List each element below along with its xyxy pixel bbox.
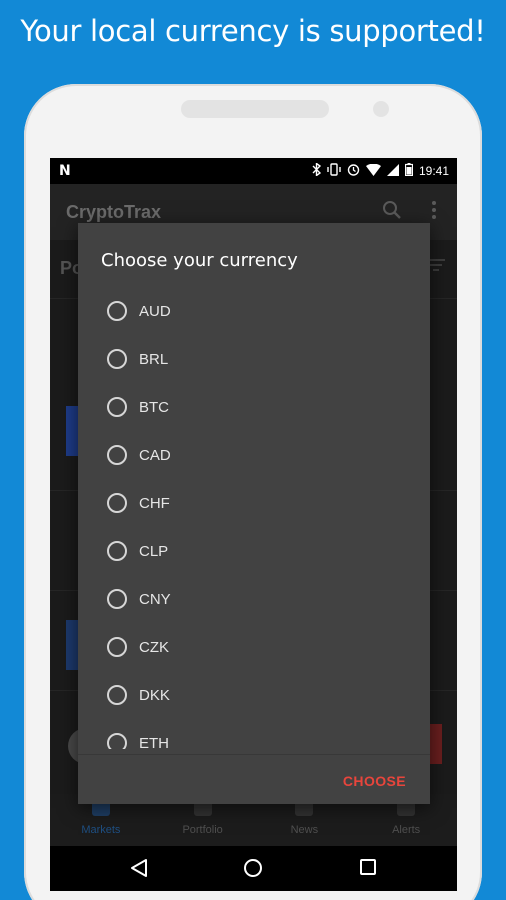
- currency-option-czk[interactable]: CZK: [78, 623, 430, 671]
- tab-news-label: News: [290, 824, 319, 836]
- currency-label: BTC: [139, 399, 169, 416]
- currency-label: AUD: [139, 303, 171, 320]
- status-icons: 19:41: [312, 162, 449, 179]
- currency-label: DKK: [139, 687, 170, 704]
- currency-label: CHF: [139, 495, 170, 512]
- currency-option-eth[interactable]: ETH: [78, 719, 430, 749]
- radio-button[interactable]: [107, 493, 127, 513]
- coin-logo-ghost: [66, 620, 78, 670]
- currency-label: CNY: [139, 591, 171, 608]
- radio-button[interactable]: [107, 541, 127, 561]
- more-vert-icon[interactable]: [430, 200, 438, 225]
- tab-alerts-label: Alerts: [392, 824, 421, 836]
- currency-option-brl[interactable]: BRL: [78, 335, 430, 383]
- choose-button[interactable]: CHOOSE: [343, 773, 406, 789]
- currency-label: CLP: [139, 543, 169, 560]
- system-navigation-bar: [50, 846, 457, 891]
- currency-options-list[interactable]: AUD BRL BTC CAD CHF CLP CNY CZK DKK ETH: [78, 287, 430, 749]
- recents-icon[interactable]: [359, 858, 377, 881]
- clock-time: 19:41: [418, 164, 449, 178]
- phone-speaker: [181, 100, 329, 118]
- tab-markets-label: Markets: [81, 824, 121, 836]
- currency-label: BRL: [139, 351, 169, 368]
- coin-logo-ghost: [66, 406, 78, 456]
- currency-dialog: Choose your currency AUD BRL BTC CAD CHF: [78, 223, 430, 804]
- radio-button[interactable]: [107, 397, 127, 417]
- vibrate-icon: [327, 163, 341, 179]
- phone-screen: N 19:41 CryptoTrax Po Markets Portfolio …: [50, 158, 457, 891]
- wifi-icon: [365, 163, 381, 179]
- dialog-divider: [78, 754, 430, 755]
- radio-button[interactable]: [107, 349, 127, 369]
- phone-camera: [373, 101, 389, 117]
- search-icon[interactable]: [382, 200, 402, 225]
- radio-button[interactable]: [107, 733, 127, 749]
- dialog-title: Choose your currency: [101, 250, 298, 271]
- radio-button[interactable]: [107, 445, 127, 465]
- promo-headline: Your local currency is supported!: [20, 14, 486, 48]
- currency-option-aud[interactable]: AUD: [78, 287, 430, 335]
- radio-button[interactable]: [107, 685, 127, 705]
- alarm-icon: [347, 163, 360, 179]
- currency-label: CZK: [139, 639, 169, 656]
- currency-option-cny[interactable]: CNY: [78, 575, 430, 623]
- radio-button[interactable]: [107, 301, 127, 321]
- currency-option-cad[interactable]: CAD: [78, 431, 430, 479]
- battery-icon: [404, 163, 414, 179]
- app-title: CryptoTrax: [66, 202, 162, 222]
- currency-option-btc[interactable]: BTC: [78, 383, 430, 431]
- back-icon[interactable]: [130, 858, 148, 883]
- tab-portfolio-label: Portfolio: [182, 824, 223, 836]
- status-bar: N 19:41: [50, 158, 457, 184]
- currency-label: CAD: [139, 447, 171, 464]
- currency-option-dkk[interactable]: DKK: [78, 671, 430, 719]
- notification-n-icon: N: [59, 163, 71, 179]
- currency-label: ETH: [139, 735, 169, 749]
- signal-icon: [386, 163, 399, 179]
- bluetooth-icon: [312, 162, 322, 179]
- radio-button[interactable]: [107, 637, 127, 657]
- currency-option-chf[interactable]: CHF: [78, 479, 430, 527]
- home-icon[interactable]: [243, 858, 263, 883]
- currency-option-clp[interactable]: CLP: [78, 527, 430, 575]
- radio-button[interactable]: [107, 589, 127, 609]
